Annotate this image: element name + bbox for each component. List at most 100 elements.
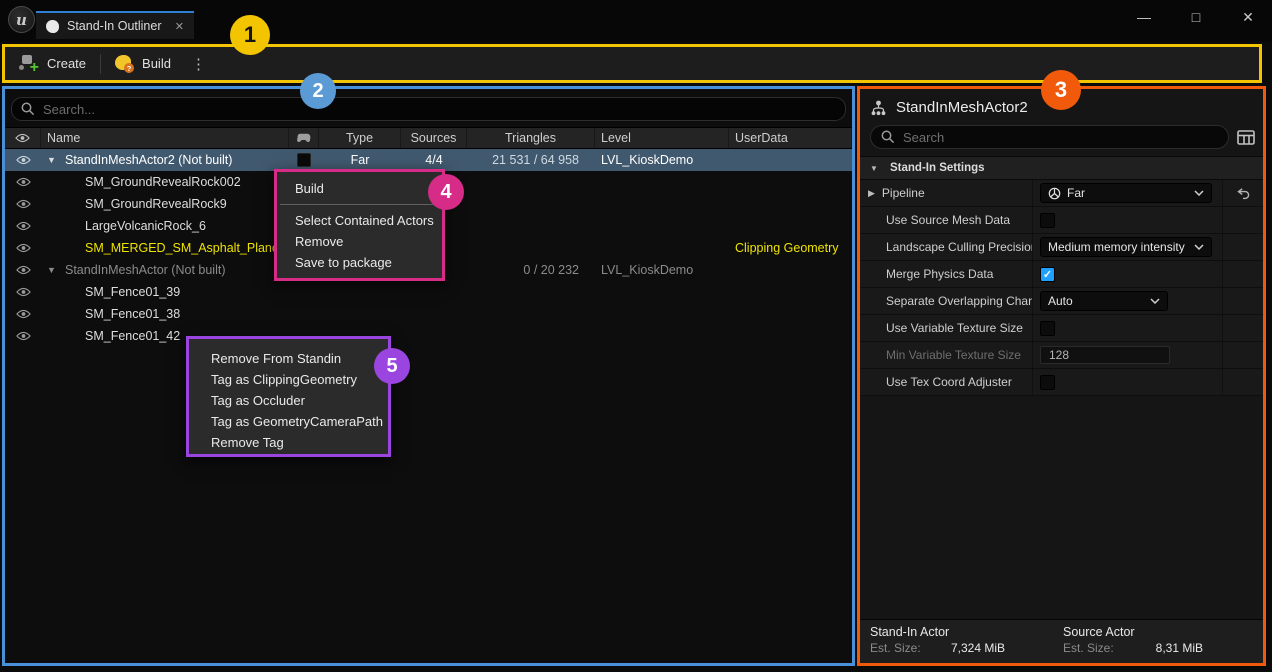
type-column-header[interactable]: Type [319, 128, 401, 148]
menu-item-select-contained-actors[interactable]: Select Contained Actors [277, 210, 442, 231]
app-window: u Stand-In Outliner ✕ — □ ✕ + Create ? [0, 0, 1272, 672]
collapse-arrow-icon[interactable]: ▼ [47, 155, 59, 165]
sources-column-header[interactable]: Sources [401, 128, 467, 148]
row-level: LVL_KioskDemo [595, 149, 729, 171]
outliner-search-input[interactable] [43, 102, 836, 117]
menu-item-tag-occluder[interactable]: Tag as Occluder [189, 390, 388, 411]
unreal-logo-icon: u [8, 6, 35, 33]
row-gamepad-cell[interactable] [289, 149, 319, 171]
use-source-mesh-data-checkbox[interactable] [1040, 213, 1055, 228]
reset-to-default-icon[interactable] [1236, 187, 1251, 200]
property-row-use-source-mesh-data: Use Source Mesh Data [860, 207, 1263, 234]
table-row[interactable]: ▼ StandInMeshActor2 (Not built) Far 4/4 … [5, 149, 852, 171]
row-visibility-toggle[interactable] [5, 171, 41, 193]
name-column-header[interactable]: Name [41, 128, 289, 148]
tab-label: Stand-In Outliner [67, 19, 162, 33]
row-visibility-toggle[interactable] [5, 281, 41, 303]
section-stand-in-settings[interactable]: ▼ Stand-In Settings [860, 156, 1263, 180]
row-name[interactable]: SM_Fence01_38 [41, 303, 289, 325]
row-visibility-toggle[interactable] [5, 237, 41, 259]
merge-physics-data-checkbox[interactable]: ✓ [1040, 267, 1055, 282]
pipeline-value: Far [1067, 186, 1188, 200]
row-visibility-toggle[interactable] [5, 259, 41, 281]
row-visibility-toggle[interactable] [5, 215, 41, 237]
property-row-min-variable-texture-size: Min Variable Texture Size [860, 342, 1263, 369]
est-size-label: Est. Size: [1063, 641, 1114, 655]
tab-stand-in-outliner[interactable]: Stand-In Outliner ✕ [36, 11, 194, 39]
est-size-value: 7,324 MiB [951, 641, 1005, 655]
collapse-arrow-icon[interactable]: ▼ [47, 265, 59, 275]
row-visibility-toggle[interactable] [5, 149, 41, 171]
annotation-badge-4: 4 [428, 174, 464, 210]
menu-item-tag-clipping-geometry[interactable]: Tag as ClippingGeometry [189, 369, 388, 390]
toolbar-overflow-button[interactable]: ⋮ [185, 55, 212, 73]
build-button[interactable]: ? Build [101, 47, 185, 80]
create-button[interactable]: + Create [5, 47, 100, 80]
eye-icon [16, 287, 31, 297]
landscape-culling-dropdown[interactable]: Medium memory intensity a [1040, 237, 1212, 257]
source-actor-size: Source Actor Est. Size: 8,31 MiB [1063, 625, 1203, 658]
table-row[interactable]: SM_Fence01_39 [5, 281, 852, 303]
separate-overlapping-value: Auto [1048, 294, 1144, 308]
annotation-badge-2: 2 [300, 73, 336, 109]
triangles-column-header[interactable]: Triangles [467, 128, 595, 148]
userdata-column-header[interactable]: UserData [729, 128, 852, 148]
search-icon [21, 102, 35, 116]
chevron-down-icon [1194, 244, 1204, 250]
property-row-landscape-culling-precision: Landscape Culling Precision Medium memor… [860, 234, 1263, 261]
create-button-label: Create [47, 56, 86, 71]
menu-item-remove-tag[interactable]: Remove Tag [189, 432, 388, 453]
maximize-button[interactable]: □ [1188, 9, 1204, 26]
outliner-search[interactable] [11, 97, 846, 121]
search-icon [881, 130, 895, 144]
menu-item-build[interactable]: Build [277, 178, 442, 199]
menu-item-remove-from-standin[interactable]: Remove From Standin [189, 348, 388, 369]
separate-overlapping-dropdown[interactable]: Auto [1040, 291, 1168, 311]
min-variable-texture-size-input[interactable] [1040, 346, 1170, 364]
row-name[interactable]: ▼ StandInMeshActor (Not built) [41, 259, 289, 281]
build-button-label: Build [142, 56, 171, 71]
minimize-button[interactable]: — [1136, 9, 1152, 26]
tab-close-icon[interactable]: ✕ [175, 20, 184, 33]
outliner-header-row: Name Type Sources Triangles Level UserDa… [5, 127, 852, 149]
details-search[interactable] [870, 125, 1229, 149]
row-visibility-toggle[interactable] [5, 303, 41, 325]
level-column-header[interactable]: Level [595, 128, 729, 148]
row-name[interactable]: SM_Fence01_39 [41, 281, 289, 303]
property-row-separate-overlapping-charts: Separate Overlapping Chart... Auto [860, 288, 1263, 315]
eye-icon [16, 331, 31, 341]
row-visibility-toggle[interactable] [5, 193, 41, 215]
standin-context-menu: Build Select Contained Actors Remove Sav… [274, 169, 445, 281]
row-name[interactable]: SM_GroundRevealRock9 [41, 193, 289, 215]
menu-item-tag-geometry-camera-path[interactable]: Tag as GeometryCameraPath [189, 411, 388, 432]
titlebar: u Stand-In Outliner ✕ — □ ✕ [0, 0, 1272, 42]
gamepad-checkbox[interactable] [297, 153, 311, 167]
eye-icon [16, 155, 31, 165]
menu-item-remove[interactable]: Remove [277, 231, 442, 252]
menu-item-save-to-package[interactable]: Save to package [277, 252, 442, 273]
gamepad-column-header[interactable] [289, 128, 319, 148]
build-icon: ? [115, 55, 134, 72]
details-search-input[interactable] [903, 130, 1218, 145]
pipeline-sphere-icon [1048, 187, 1061, 200]
section-collapse-icon[interactable]: ▼ [870, 164, 882, 173]
use-variable-texture-size-checkbox[interactable] [1040, 321, 1055, 336]
row-level: LVL_KioskDemo [595, 259, 729, 281]
row-triangles: 21 531 / 64 958 [467, 149, 595, 171]
close-button[interactable]: ✕ [1240, 9, 1256, 26]
row-name[interactable]: SM_MERGED_SM_Asphalt_Plane7 [41, 237, 289, 259]
table-row[interactable]: SM_Fence01_42 [5, 325, 852, 347]
row-name[interactable]: SM_GroundRevealRock002 [41, 171, 289, 193]
use-tex-coord-adjuster-checkbox[interactable] [1040, 375, 1055, 390]
expand-arrow-icon[interactable]: ▶ [868, 188, 875, 199]
gamepad-icon [296, 133, 311, 143]
table-row[interactable]: SM_Fence01_38 [5, 303, 852, 325]
eye-icon [16, 221, 31, 231]
row-name[interactable]: ▼ StandInMeshActor2 (Not built) [41, 149, 289, 171]
row-name[interactable]: LargeVolcanicRock_6 [41, 215, 289, 237]
display-options-icon[interactable] [1237, 130, 1255, 145]
hierarchy-icon [870, 100, 887, 116]
pipeline-dropdown[interactable]: Far [1040, 183, 1212, 203]
visibility-column-header[interactable] [5, 128, 41, 148]
row-visibility-toggle[interactable] [5, 325, 41, 347]
